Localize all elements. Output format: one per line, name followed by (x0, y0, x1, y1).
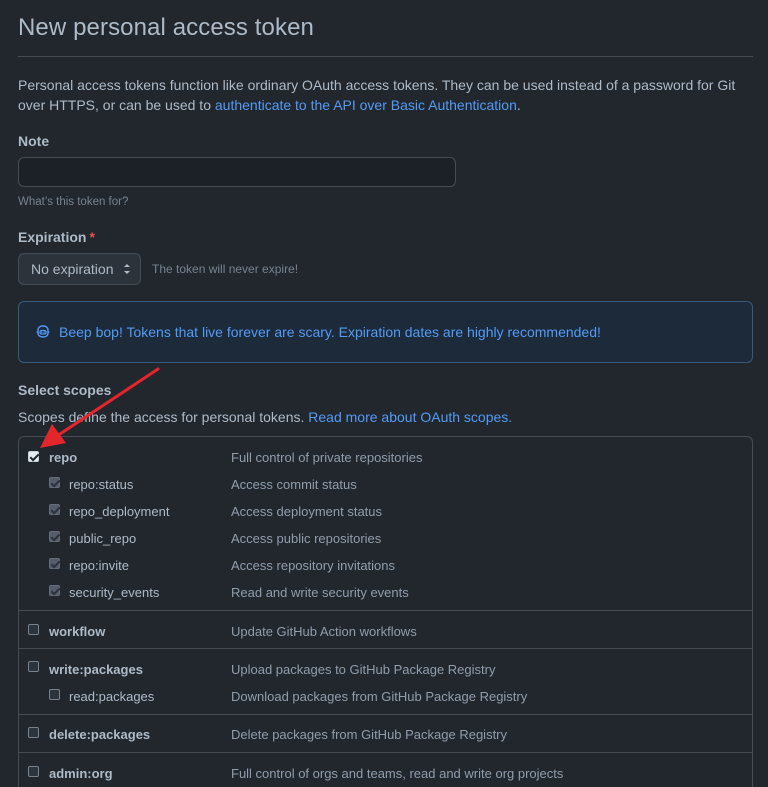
checkbox-read-packages[interactable] (49, 689, 60, 700)
scope-desc-delete-packages: Delete packages from GitHub Package Regi… (231, 727, 508, 742)
title-divider (18, 56, 753, 57)
checkbox-repo[interactable] (28, 451, 39, 462)
checkbox-repo-status[interactable] (49, 477, 60, 488)
scopes-table: repo Full control of private repositorie… (18, 436, 753, 787)
scope-name-public-repo: public_repo (69, 531, 137, 546)
expiration-label-text: Expiration (18, 229, 87, 245)
basic-auth-link[interactable]: authenticate to the API over Basic Authe… (215, 97, 517, 113)
scope-name-workflow: workflow (49, 624, 106, 639)
scope-desc-public-repo: Access public repositories (231, 531, 382, 546)
scope-group-delete-packages: delete:packages Delete packages from Git… (19, 714, 752, 752)
expiration-hint: The token will never expire! (152, 262, 299, 276)
scope-row-public-repo: public_repo Access public repositories (19, 525, 752, 552)
scopes-title: Select scopes (18, 382, 112, 398)
scope-desc-admin-org: Full control of orgs and teams, read and… (231, 766, 564, 781)
note-input[interactable] (18, 157, 456, 187)
scope-name-admin-org: admin:org (49, 766, 113, 781)
scope-group-write-packages: write:packages Upload packages to GitHub… (19, 648, 752, 714)
scope-desc-repo-deployment: Access deployment status (231, 504, 383, 519)
scope-row-delete-packages: delete:packages Delete packages from Git… (19, 721, 752, 748)
intro-paragraph: Personal access tokens function like ord… (18, 75, 758, 115)
checkbox-workflow[interactable] (28, 624, 39, 635)
scope-name-repo: repo (49, 450, 78, 465)
scope-name-repo-invite: repo:invite (69, 558, 129, 573)
scope-name-write-packages: write:packages (49, 662, 143, 677)
scope-name-read-packages: read:packages (69, 689, 155, 704)
page-title: New personal access token (18, 14, 314, 41)
scope-group-repo: repo Full control of private repositorie… (19, 437, 752, 610)
checkbox-write-packages[interactable] (28, 661, 39, 672)
checkbox-public-repo[interactable] (49, 531, 60, 542)
intro-text-end: . (516, 97, 521, 113)
expiration-selected-value: No expiration (31, 261, 114, 277)
scope-desc-workflow: Update GitHub Action workflows (231, 624, 417, 639)
scope-name-security-events: security_events (69, 585, 160, 600)
scope-desc-security-events: Read and write security events (231, 585, 409, 600)
expiration-label: Expiration * (18, 229, 95, 245)
expiration-warning-flash: Beep bop! Tokens that live forever are s… (18, 301, 753, 363)
scope-desc-repo: Full control of private repositories (231, 450, 423, 465)
scope-row-admin-org: admin:org Full control of orgs and teams… (19, 759, 752, 786)
scopes-description: Scopes define the access for personal to… (18, 409, 512, 425)
scope-group-workflow: workflow Update GitHub Action workflows (19, 610, 752, 648)
scope-row-repo-invite: repo:invite Access repository invitation… (19, 552, 752, 579)
scope-desc-repo-invite: Access repository invitations (231, 558, 396, 573)
checkbox-security-events[interactable] (49, 585, 60, 596)
scope-name-repo-deployment: repo_deployment (69, 504, 170, 519)
scope-row-security-events: security_events Read and write security … (19, 579, 752, 606)
scope-row-read-packages: read:packages Download packages from Git… (19, 682, 752, 709)
copilot-bot-icon (36, 325, 50, 338)
oauth-scopes-link[interactable]: Read more about OAuth scopes. (308, 409, 512, 425)
select-arrows-icon (124, 264, 130, 274)
checkbox-admin-org[interactable] (28, 766, 39, 777)
scope-row-write-packages: write:packages Upload packages to GitHub… (19, 655, 752, 682)
required-marker: * (89, 229, 95, 245)
scope-desc-read-packages: Download packages from GitHub Package Re… (231, 689, 528, 704)
note-label: Note (18, 133, 50, 149)
expiration-select[interactable]: No expiration (18, 253, 141, 285)
scopes-desc-text: Scopes define the access for personal to… (18, 409, 309, 425)
checkbox-repo-invite[interactable] (49, 558, 60, 569)
scope-name-delete-packages: delete:packages (49, 727, 151, 742)
scope-name-repo-status: repo:status (69, 477, 134, 492)
note-hint: What’s this token for? (18, 196, 129, 208)
checkbox-repo-deployment[interactable] (49, 504, 60, 515)
scope-desc-repo-status: Access commit status (231, 477, 357, 492)
checkbox-delete-packages[interactable] (28, 727, 39, 738)
scope-row-repo-status: repo:status Access commit status (19, 471, 752, 498)
scope-row-repo: repo Full control of private repositorie… (19, 444, 752, 471)
scope-desc-write-packages: Upload packages to GitHub Package Regist… (231, 662, 496, 677)
scope-row-workflow: workflow Update GitHub Action workflows (19, 617, 752, 644)
scope-group-admin-org: admin:org Full control of orgs and teams… (19, 752, 752, 787)
scope-row-repo-deployment: repo_deployment Access deployment status (19, 498, 752, 525)
flash-message: Beep bop! Tokens that live forever are s… (59, 324, 601, 340)
